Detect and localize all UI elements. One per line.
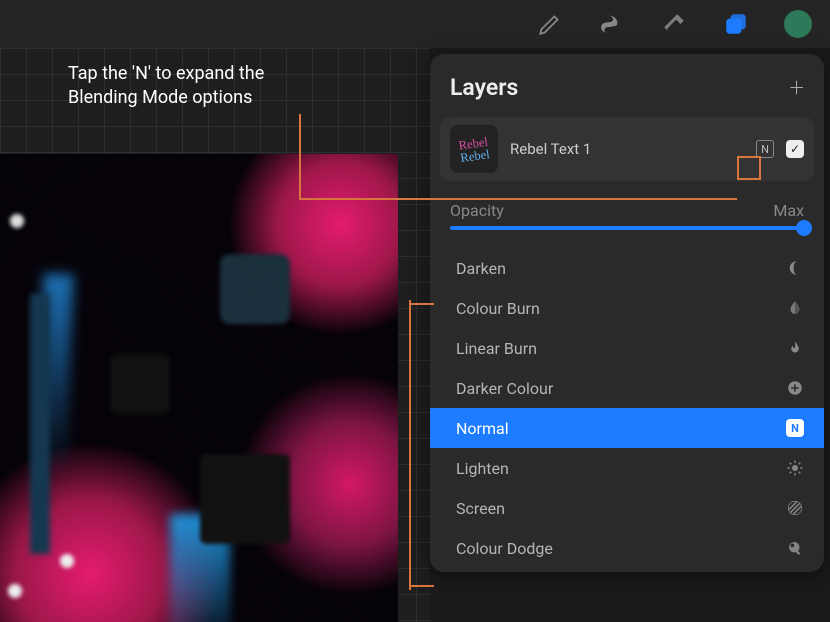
- layer-thumbnail: RebelRebel: [450, 125, 498, 173]
- opacity-row: Opacity Max: [430, 187, 824, 226]
- blend-mode-normal[interactable]: Normal N: [430, 408, 824, 448]
- top-toolbar: [0, 0, 830, 48]
- opacity-slider-thumb[interactable]: [796, 220, 812, 236]
- blend-mode-colour-burn[interactable]: Colour Burn: [430, 288, 824, 328]
- opacity-label: Opacity: [450, 201, 504, 220]
- opacity-slider[interactable]: [430, 226, 824, 248]
- instruction-line2: Blending Mode options: [68, 86, 264, 110]
- layers-icon[interactable]: [722, 10, 750, 38]
- layers-panel-header: Layers +: [430, 54, 824, 117]
- opacity-value: Max: [773, 201, 804, 220]
- flame-icon: [786, 339, 804, 357]
- color-swatch[interactable]: [784, 10, 812, 38]
- layer-name-label: Rebel Text 1: [510, 140, 744, 158]
- brush-icon[interactable]: [536, 10, 564, 38]
- blend-mode-colour-dodge[interactable]: Colour Dodge: [430, 528, 824, 568]
- plus-circle-icon: [786, 379, 804, 397]
- instruction-text: Tap the 'N' to expand the Blending Mode …: [68, 62, 264, 111]
- blend-mode-darker-colour[interactable]: Darker Colour: [430, 368, 824, 408]
- blend-mode-label: Darker Colour: [456, 379, 553, 398]
- n-badge-icon: N: [786, 419, 804, 437]
- eraser-icon[interactable]: [660, 10, 688, 38]
- blend-mode-label: Colour Dodge: [456, 539, 553, 558]
- blend-mode-darken[interactable]: Darken: [430, 248, 824, 288]
- smudge-icon[interactable]: [598, 10, 626, 38]
- blend-mode-screen[interactable]: Screen: [430, 488, 824, 528]
- n-badge-highlight: [737, 156, 761, 180]
- hatch-icon: [786, 499, 804, 517]
- canvas-area[interactable]: [0, 48, 430, 622]
- lens-icon: [786, 539, 804, 557]
- callout-connector: [409, 303, 434, 305]
- add-layer-button[interactable]: +: [789, 75, 804, 101]
- blend-mode-label: Screen: [456, 499, 505, 518]
- callout-connector: [409, 300, 411, 590]
- callout-connector: [299, 198, 737, 200]
- callout-connector: [409, 585, 434, 587]
- layer-visibility-checkbox[interactable]: ✓: [786, 140, 804, 158]
- instruction-line1: Tap the 'N' to expand the: [68, 62, 264, 86]
- opacity-slider-track: [450, 226, 804, 230]
- blend-mode-label: Lighten: [456, 459, 509, 478]
- blend-mode-lighten[interactable]: Lighten: [430, 448, 824, 488]
- blend-mode-label: Normal: [456, 419, 509, 438]
- layers-title: Layers: [450, 74, 518, 101]
- moon-icon: [786, 259, 804, 277]
- layers-panel: Layers + RebelRebel Rebel Text 1 N ✓ Opa…: [430, 54, 824, 572]
- blend-mode-label: Linear Burn: [456, 339, 537, 358]
- blend-mode-linear-burn[interactable]: Linear Burn: [430, 328, 824, 368]
- burst-icon: [786, 459, 804, 477]
- blend-mode-label: Colour Burn: [456, 299, 540, 318]
- blend-mode-label: Darken: [456, 259, 506, 278]
- blend-mode-list: Darken Colour Burn Linear Burn Darker Co…: [430, 248, 824, 572]
- canvas-artwork: [0, 154, 398, 622]
- drop-icon: [786, 299, 804, 317]
- callout-connector: [299, 114, 301, 199]
